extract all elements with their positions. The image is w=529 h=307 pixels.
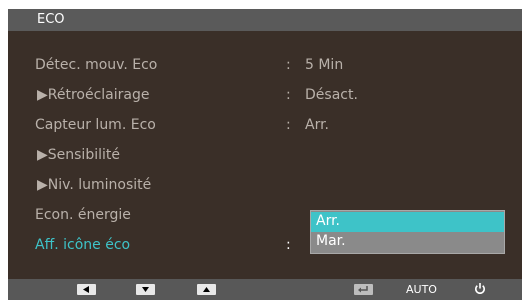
up-arrow-key[interactable] — [197, 284, 216, 295]
enter-key[interactable] — [354, 284, 373, 295]
left-arrow-icon — [83, 286, 89, 293]
menu-item-label: Econ. énergie — [35, 207, 131, 223]
eco-osd-menu: ECO Détec. mouv. Eco : 5 Min ▶Rétroéclai… — [8, 9, 522, 300]
up-arrow-icon — [203, 287, 210, 292]
left-arrow-key[interactable] — [77, 284, 96, 295]
colon-separator: : — [286, 87, 291, 103]
colon-separator: : — [286, 57, 291, 73]
colon-separator: : — [286, 237, 291, 253]
menu-item-label: ▶Sensibilité — [37, 147, 120, 163]
menu-item-value: 5 Min — [305, 57, 344, 73]
menu-item-capteur-lum-eco[interactable]: Capteur lum. Eco : Arr. — [8, 117, 522, 139]
menu-item-label: ▶Rétroéclairage — [37, 87, 150, 103]
menu-item-niv-luminosite[interactable]: ▶Niv. luminosité — [8, 177, 522, 199]
dropdown-option[interactable]: Mar. — [311, 232, 504, 252]
auto-button[interactable]: AUTO — [406, 283, 437, 296]
menu-title: ECO — [37, 12, 65, 27]
menu-item-value: Désact. — [305, 87, 358, 103]
menu-item-label: ▶Niv. luminosité — [37, 177, 152, 193]
menu-item-detec-mouv-eco[interactable]: Détec. mouv. Eco : 5 Min — [8, 57, 522, 79]
dropdown-option-selected[interactable]: Arr. — [311, 212, 504, 232]
menu-item-retroeclairage[interactable]: ▶Rétroéclairage : Désact. — [8, 87, 522, 109]
down-arrow-icon — [142, 287, 149, 292]
power-icon[interactable] — [474, 282, 486, 295]
title-bar: ECO — [8, 9, 522, 31]
down-arrow-key[interactable] — [136, 284, 155, 295]
menu-item-value: Arr. — [305, 117, 330, 133]
menu-item-sensibilite[interactable]: ▶Sensibilité — [8, 147, 522, 169]
menu-item-label: Capteur lum. Eco — [35, 117, 156, 133]
menu-item-label: Détec. mouv. Eco — [35, 57, 158, 73]
menu-item-label: Aff. icône éco — [35, 237, 131, 253]
control-guide-bar: AUTO — [8, 279, 522, 300]
option-dropdown[interactable]: Arr. Mar. — [310, 210, 505, 254]
option-label: Arr. — [316, 213, 341, 229]
colon-separator: : — [286, 117, 291, 133]
option-label: Mar. — [316, 233, 346, 249]
enter-icon — [358, 286, 368, 293]
